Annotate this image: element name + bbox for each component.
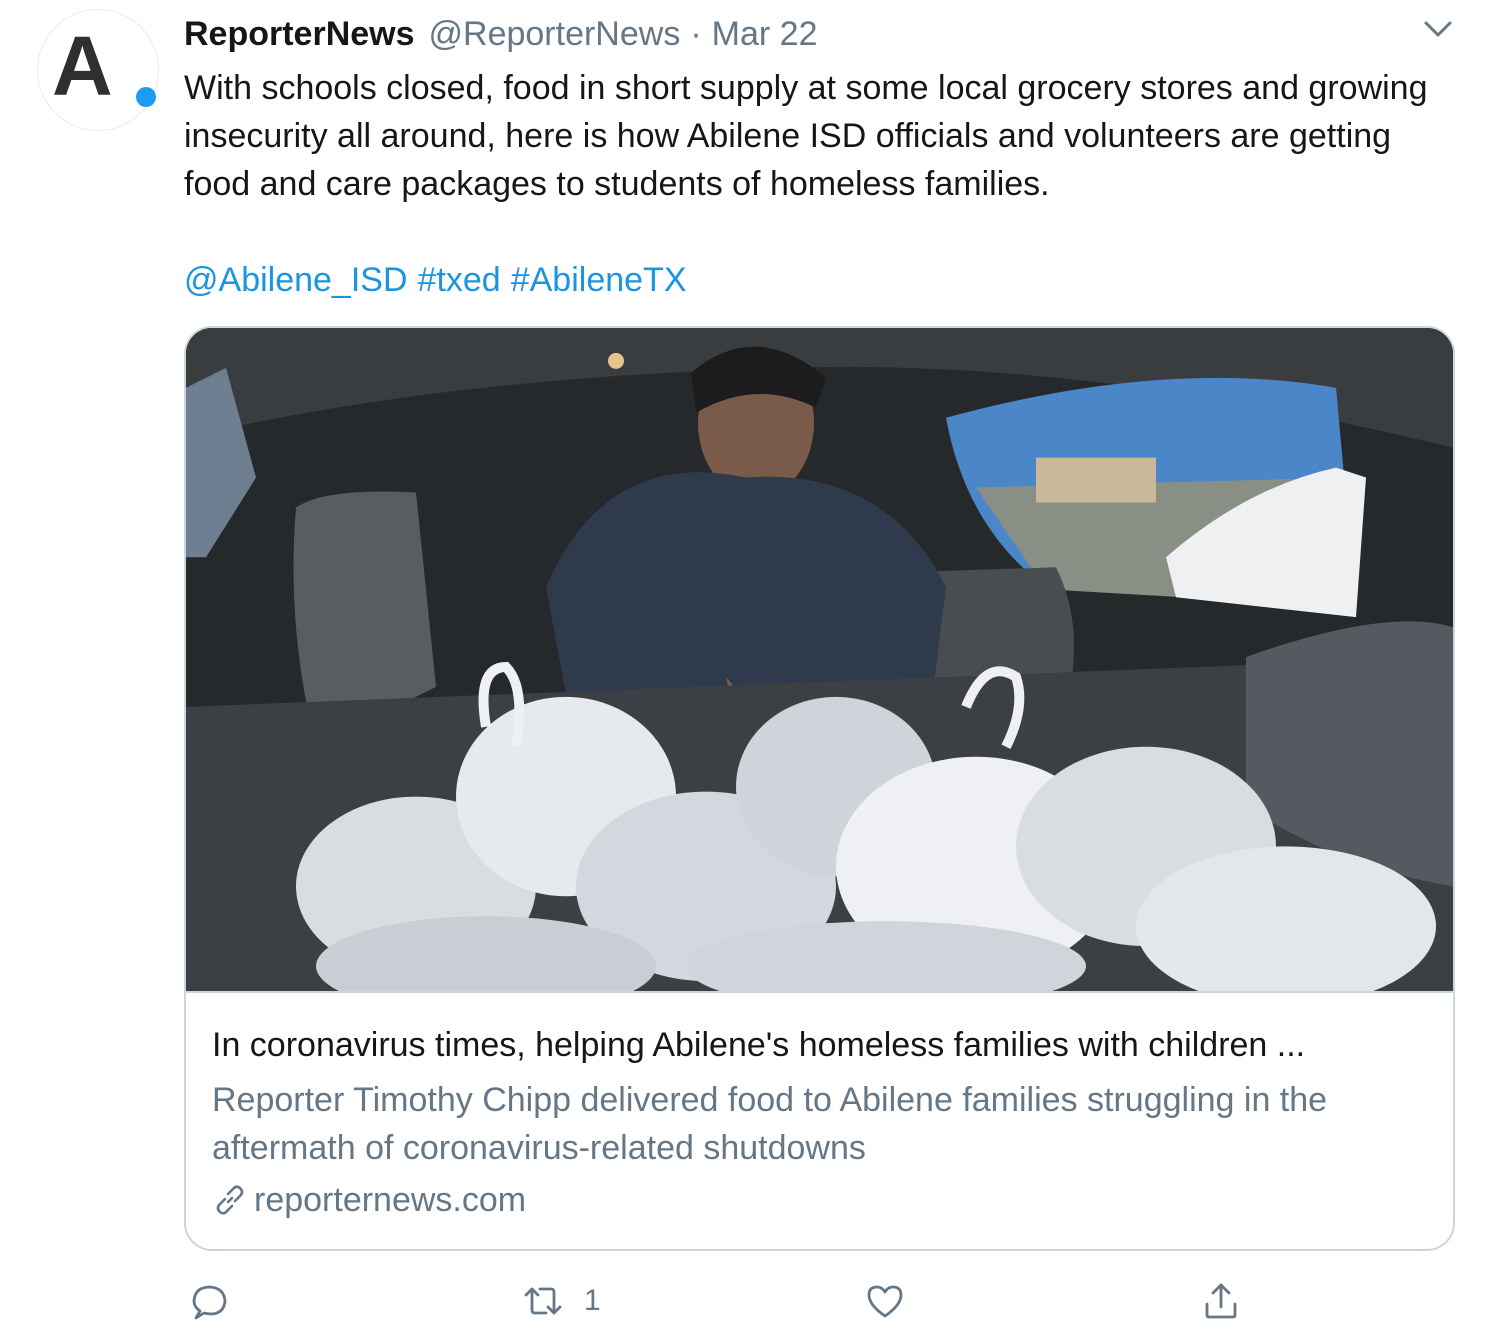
link-card[interactable]: In coronavirus times, helping Abilene's … [184,326,1455,1251]
link-icon [216,1185,244,1215]
tweet-actions: 1 [184,1276,1284,1326]
like-icon [867,1285,903,1318]
avatar-logo-letter: A [52,19,113,113]
tweet-date[interactable]: Mar 22 [712,15,818,54]
card-image[interactable] [186,328,1453,993]
card-domain-text: reporternews.com [254,1180,527,1219]
reply-icon [192,1285,227,1320]
retweet-button[interactable]: 1 [522,1276,601,1326]
more-options-button[interactable] [1418,14,1458,44]
author-handle[interactable]: @ReporterNews [429,15,681,54]
share-button[interactable] [1200,1276,1242,1326]
separator-dot: · [690,14,702,53]
author-name[interactable]: ReporterNews [184,15,415,54]
card-description: Reporter Timothy Chipp delivered food to… [212,1081,1328,1167]
card-title: In coronavirus times, helping Abilene's … [212,1026,1306,1064]
retweet-count: 1 [584,1284,601,1317]
tweet-text: With schools closed, food in short suppl… [184,69,1428,203]
reply-button[interactable] [188,1276,250,1326]
avatar[interactable]: A [37,9,159,131]
hashtag-link-txed[interactable]: #txed [418,261,501,299]
avatar-logo-dot [136,87,156,107]
retweet-icon [524,1287,562,1315]
mention-link[interactable]: @Abilene_ISD [184,261,408,299]
card-photo [186,328,1453,991]
tweet-tags: @Abilene_ISD #txed #AbileneTX [184,256,697,304]
share-icon [1205,1283,1237,1319]
chevron-down-icon [1424,21,1452,37]
like-button[interactable] [864,1276,926,1326]
card-domain: reporternews.com [212,1178,526,1222]
hashtag-link-abilenetx[interactable]: #AbileneTX [511,261,687,299]
tweet-header: ReporterNews @ReporterNews · Mar 22 [184,12,817,56]
